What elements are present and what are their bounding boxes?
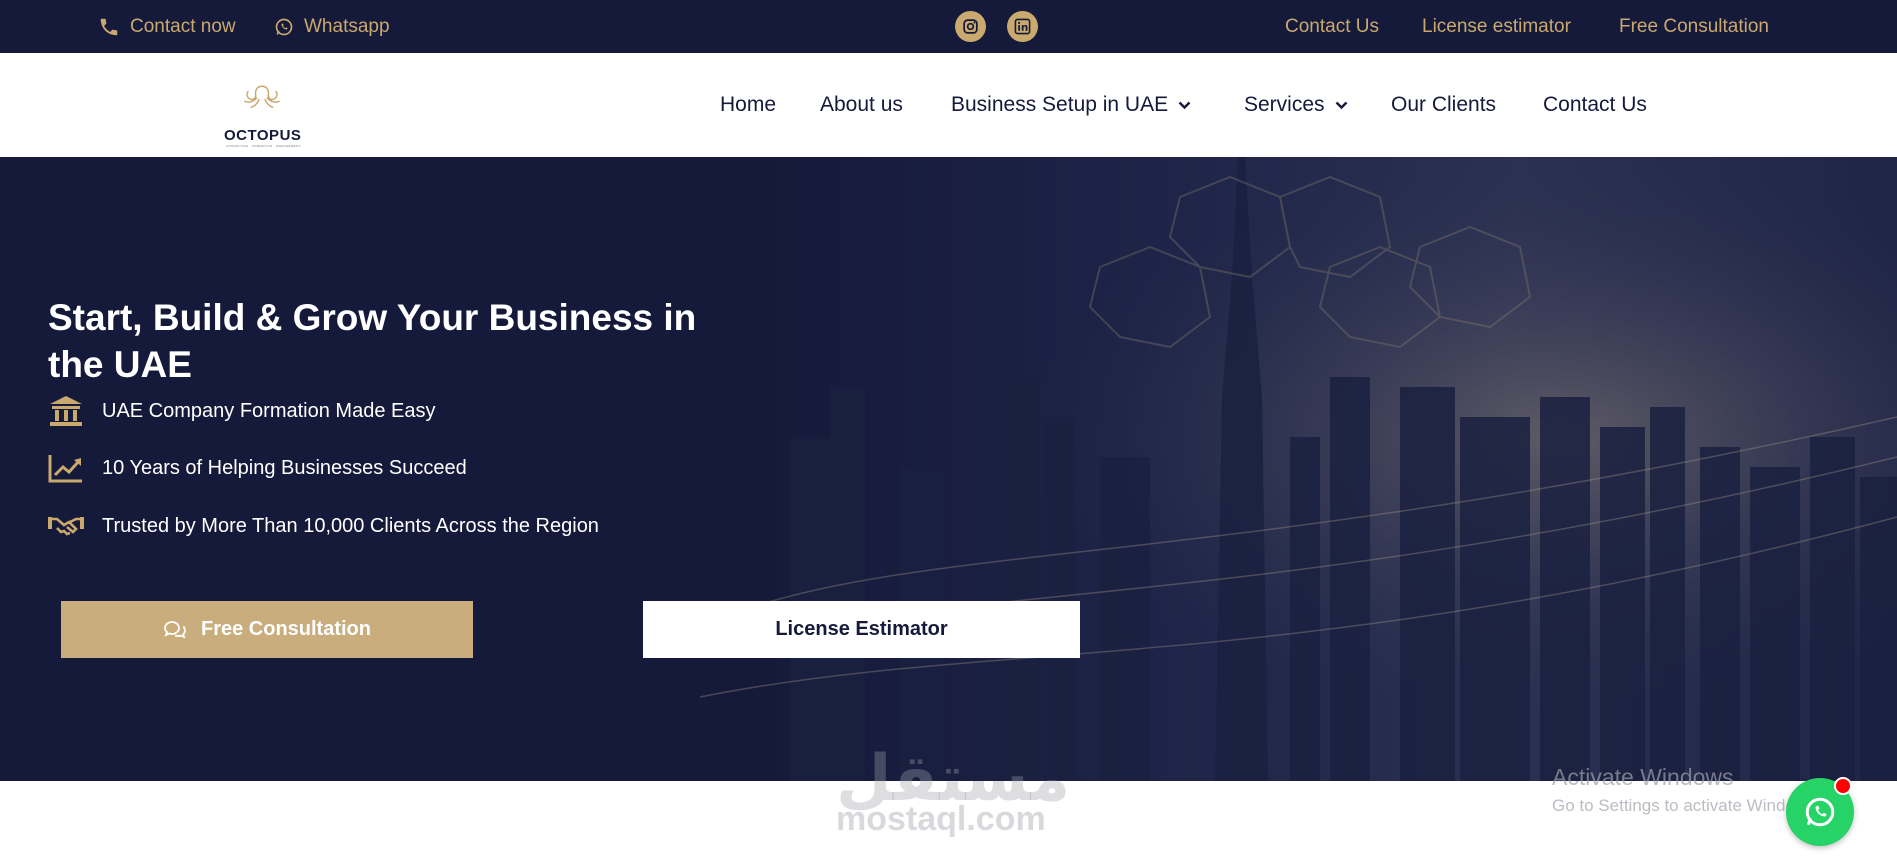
activate-windows-subtitle: Go to Settings to activate Windows. [1552, 796, 1821, 815]
nav-business-setup-label: Business Setup in UAE [951, 93, 1169, 116]
whatsapp-label: Whatsapp [304, 15, 390, 37]
activate-windows-title: Activate Windows [1552, 764, 1734, 790]
chevron-down-icon [1335, 101, 1347, 109]
handshake-icon [48, 508, 84, 544]
chart-growth-icon [48, 450, 84, 486]
logo-subtitle: CONSULTING · FORMATION · MANAGEMENT [226, 144, 301, 148]
free-consultation-button[interactable]: Free Consultation [61, 601, 473, 658]
topbar-license-estimator-label: License estimator [1422, 15, 1571, 37]
feature-text: Trusted by More Than 10,000 Clients Acro… [102, 514, 599, 537]
linkedin-link[interactable] [1007, 11, 1038, 42]
phone-icon [100, 18, 118, 35]
license-estimator-label: License Estimator [775, 618, 948, 640]
topbar-contact-us-link[interactable]: Contact Us [1285, 0, 1379, 53]
feature-item: Trusted by More Than 10,000 Clients Acro… [48, 506, 599, 546]
nav-services[interactable]: Services [1244, 53, 1348, 157]
nav-about-us[interactable]: About us [820, 53, 903, 157]
hero-section: Start, Build & Grow Your Business in the… [0, 157, 1897, 781]
mostaql-watermark: mostaql.com [836, 800, 1046, 838]
topbar-license-estimator-link[interactable]: License estimator [1422, 0, 1571, 53]
bank-icon [48, 393, 84, 429]
logo-text: OCTOPUS [224, 127, 302, 144]
octopus-logo-icon [243, 85, 281, 109]
nav-contact-us[interactable]: Contact Us [1543, 53, 1647, 157]
notification-dot [1834, 777, 1852, 795]
topbar-free-consultation-link[interactable]: Free Consultation [1619, 0, 1769, 53]
contact-now-label: Contact now [130, 15, 236, 37]
feature-text: UAE Company Formation Made Easy [102, 399, 436, 422]
feature-text: 10 Years of Helping Businesses Succeed [102, 456, 467, 479]
instagram-link[interactable] [955, 11, 986, 42]
hero-title: Start, Build & Grow Your Business in the… [48, 297, 697, 385]
nav-our-clients-label: Our Clients [1391, 93, 1497, 116]
nav-about-us-label: About us [820, 93, 903, 116]
instagram-icon [963, 19, 978, 34]
feature-item: UAE Company Formation Made Easy [48, 391, 435, 431]
nav-home-label: Home [720, 93, 777, 116]
nav-services-label: Services [1244, 93, 1325, 116]
nav-home[interactable]: Home [720, 53, 776, 157]
topbar-contact-us-label: Contact Us [1285, 15, 1379, 37]
topbar-free-consultation-label: Free Consultation [1619, 15, 1769, 37]
contact-now-link[interactable]: Contact now [98, 0, 236, 53]
license-estimator-button[interactable]: License Estimator [643, 601, 1080, 658]
whatsapp-icon [1805, 797, 1835, 827]
free-consultation-label: Free Consultation [200, 618, 371, 640]
nav-contact-us-label: Contact Us [1543, 93, 1647, 116]
feature-item: 10 Years of Helping Businesses Succeed [48, 448, 467, 488]
chevron-down-icon [1178, 101, 1191, 109]
nav-business-setup[interactable]: Business Setup in UAE [951, 53, 1191, 157]
whatsapp-icon [275, 18, 293, 35]
linkedin-icon [1014, 18, 1031, 35]
whatsapp-link[interactable]: Whatsapp [274, 0, 390, 53]
nav-our-clients[interactable]: Our Clients [1391, 53, 1496, 157]
top-bar: Contact now Whatsapp Contact Us License … [0, 0, 1897, 53]
chat-bubbles-icon [164, 620, 186, 639]
